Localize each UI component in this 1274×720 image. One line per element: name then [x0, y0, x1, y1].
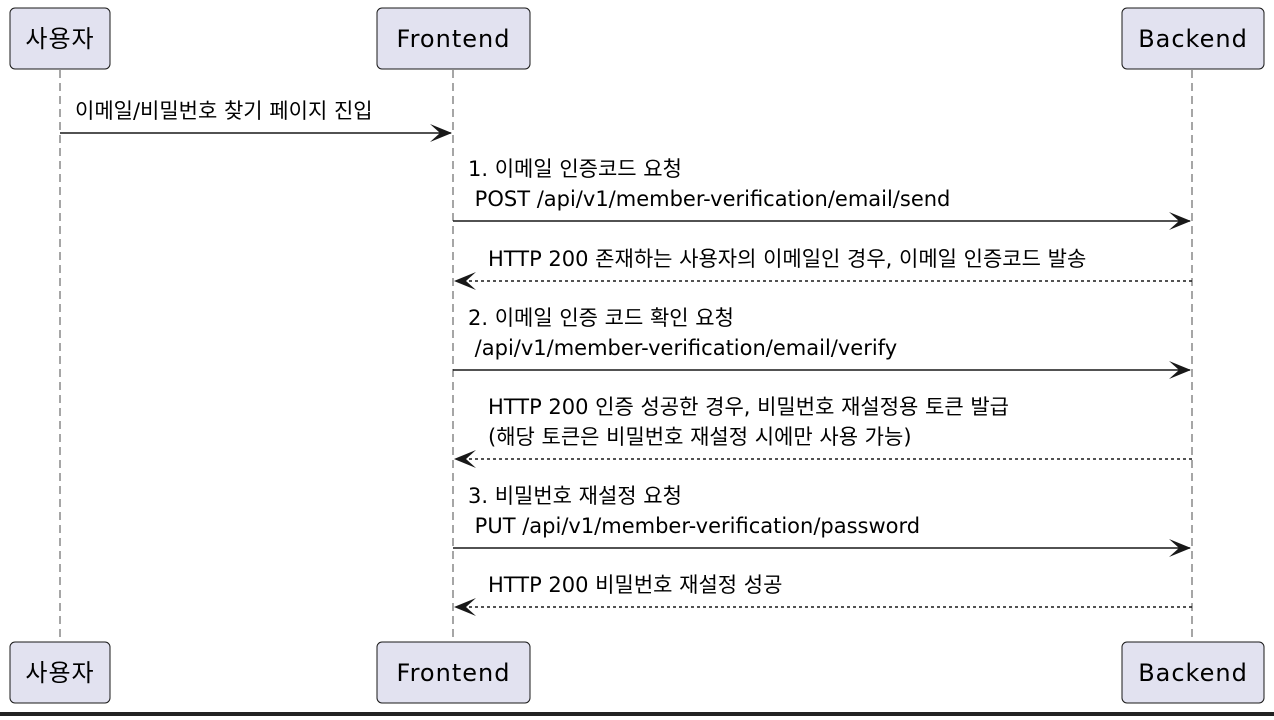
message-label: HTTP 200 인증 성공한 경우, 비밀번호 재설정용 토큰 발급 [488, 395, 1009, 419]
participant-label: Backend [1138, 659, 1248, 687]
message-2: 1. 이메일 인증코드 요청 POST /api/v1/member-verif… [453, 157, 1191, 230]
participant-frontend-top: Frontend [376, 7, 531, 70]
message-label: 3. 비밀번호 재설정 요청 [468, 484, 682, 508]
participant-label: 사용자 [25, 25, 94, 53]
participant-user-top: 사용자 [9, 7, 111, 70]
message-label: PUT /api/v1/member-verification/password [468, 514, 920, 538]
message-label: HTTP 200 존재하는 사용자의 이메일인 경우, 이메일 인증코드 발송 [488, 247, 1086, 271]
message-1: 이메일/비밀번호 찾기 페이지 진입 [60, 99, 452, 142]
arrowhead-icon [454, 272, 476, 290]
bottom-border [0, 712, 1274, 716]
message-label: 1. 이메일 인증코드 요청 [468, 157, 682, 181]
arrowhead-icon [454, 450, 476, 468]
message-label: 이메일/비밀번호 찾기 페이지 진입 [75, 99, 373, 123]
sequence-diagram: 사용자사용자FrontendFrontendBackendBackend이메일/… [9, 7, 1265, 704]
message-5: HTTP 200 인증 성공한 경우, 비밀번호 재설정용 토큰 발급 (해당 토… [454, 395, 1192, 468]
message-3: HTTP 200 존재하는 사용자의 이메일인 경우, 이메일 인증코드 발송 [454, 247, 1192, 290]
arrowhead-icon [454, 598, 476, 616]
participant-backend-top: Backend [1121, 7, 1265, 70]
message-label: HTTP 200 비밀번호 재설정 성공 [488, 573, 782, 597]
participant-frontend-bottom: Frontend [376, 641, 531, 704]
participant-label: Frontend [397, 25, 511, 53]
message-label: (해당 토큰은 비밀번호 재설정 시에만 사용 가능) [488, 425, 912, 449]
participant-label: Backend [1138, 25, 1248, 53]
message-label: POST /api/v1/member-verification/email/s… [468, 187, 950, 211]
message-label: 2. 이메일 인증 코드 확인 요청 [468, 306, 734, 330]
participant-label: 사용자 [25, 659, 94, 687]
message-label: /api/v1/member-verification/email/verify [468, 336, 897, 360]
message-4: 2. 이메일 인증 코드 확인 요청 /api/v1/member-verifi… [453, 306, 1191, 379]
participant-user-bottom: 사용자 [9, 641, 111, 704]
participant-backend-bottom: Backend [1121, 641, 1265, 704]
message-7: HTTP 200 비밀번호 재설정 성공 [454, 573, 1192, 616]
message-6: 3. 비밀번호 재설정 요청 PUT /api/v1/member-verifi… [453, 484, 1191, 557]
participant-label: Frontend [397, 659, 511, 687]
